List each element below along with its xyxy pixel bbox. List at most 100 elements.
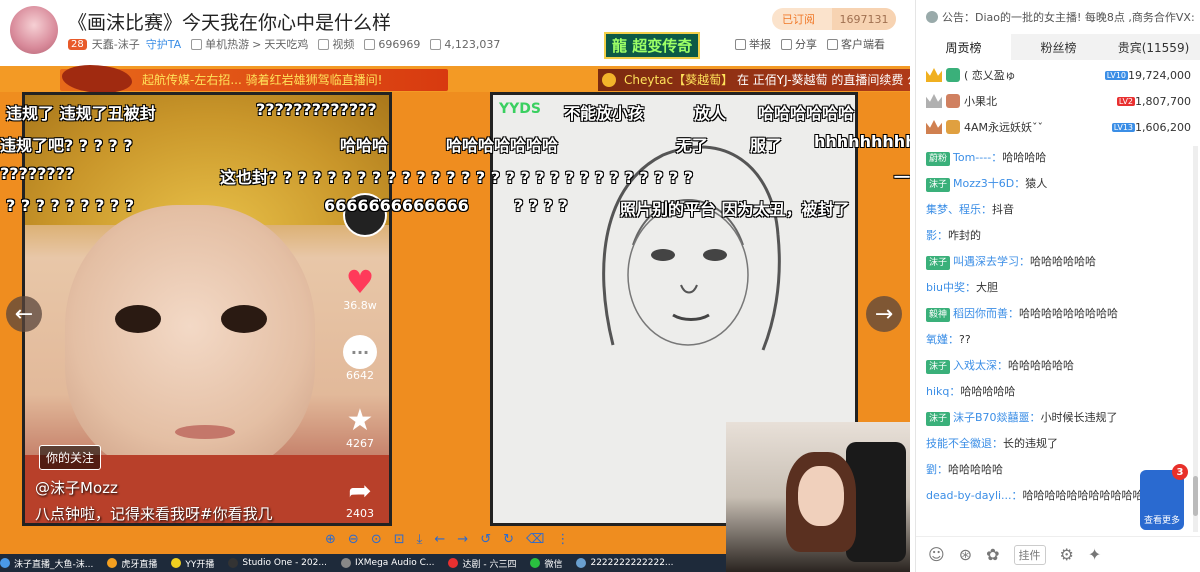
video-app-icon — [448, 558, 459, 568]
streamer-avatar[interactable] — [10, 6, 58, 54]
see-more-button[interactable]: 3 查看更多 — [1140, 464, 1188, 530]
windows-taskbar: 沫子直播_大鱼-沫... 虎牙直播 YY开播 Studio One - 202.… — [0, 554, 726, 572]
comment-button[interactable]: ··· 6642 — [343, 335, 377, 382]
tab-fans[interactable]: 粉丝榜 — [1011, 34, 1106, 60]
ranking-row[interactable]: ( 恋乂盈ゅ LV10 19,724,000 — [916, 62, 1200, 88]
chat-user[interactable]: 叫遇深去学习： — [953, 255, 1030, 268]
ranking-level: LV2 — [1116, 96, 1136, 106]
favorite-button[interactable]: ★ 4267 — [343, 403, 377, 451]
taskbar-item[interactable]: 微信 — [530, 557, 562, 570]
chat-user[interactable]: 稻因你而善： — [953, 307, 1019, 320]
yy-icon — [171, 558, 182, 568]
danmaku-comment: ? ? ? ? ? ? ? ? ? — [6, 196, 135, 215]
effects-icon[interactable]: ✦ — [1088, 545, 1101, 564]
streamer-name[interactable]: 天蠢-沫子 — [92, 36, 140, 52]
weekly-ranking: ( 恋乂盈ゅ LV10 19,724,000 小果北 LV2 1,807,700… — [916, 62, 1200, 140]
announcement-right[interactable]: Cheytac【葵越萄】 在 正佰YJ-葵越萄 的直播间续费 公爵X3 — [598, 69, 910, 91]
zoom-out-icon[interactable]: ⊖ — [348, 532, 359, 547]
chat-scrollbar[interactable] — [1193, 146, 1198, 532]
chat-user[interactable]: dead-by-dayli...： — [926, 489, 1023, 502]
rotate-right-icon[interactable]: ↻ — [503, 532, 514, 547]
taskbar-item[interactable]: YY开播 — [171, 557, 214, 570]
streamer-webcam — [726, 422, 910, 572]
danmaku-comment: 哈哈哈哈哈哈哈 — [446, 136, 559, 155]
chat-user[interactable]: 氧嫤： — [926, 333, 959, 346]
taskbar-label: 达剧 - 六三四 — [462, 559, 517, 570]
download-icon[interactable]: ⤓ — [417, 532, 423, 547]
taskbar-item[interactable]: 2222222222222... — [576, 558, 674, 568]
announcement-right-user: Cheytac【葵越萄】 — [624, 73, 734, 87]
ranking-name: 4AM永远妖妖ˇˇ — [964, 121, 1044, 134]
browser-icon — [0, 558, 10, 568]
video-link[interactable]: 视频 — [332, 36, 354, 52]
settings-icon[interactable]: ⚙ — [1060, 545, 1074, 564]
fit-icon[interactable]: ⊙ — [371, 532, 382, 547]
emoji-icon[interactable]: ☺ — [928, 545, 945, 564]
comment-count: 6642 — [346, 369, 374, 382]
ranking-row[interactable]: 4AM永远妖妖ˇˇ LV13 1,606,200 — [916, 114, 1200, 140]
report-button[interactable]: 举报 — [735, 36, 771, 52]
like-button[interactable]: ♥ 36.8w — [343, 263, 377, 312]
taskbar-item[interactable]: 达剧 - 六三四 — [448, 557, 516, 570]
chat-user[interactable]: 沫子B70燚囍噩： — [953, 411, 1041, 424]
ranking-level: LV13 — [1111, 122, 1136, 132]
subscribe-button[interactable]: 已订阅 1697131 — [772, 8, 896, 30]
chat-text: 哈哈哈哈哈哈 — [1008, 359, 1075, 372]
back-arrow-icon[interactable]: ← — [434, 532, 445, 547]
wechat-icon — [530, 558, 541, 568]
danmaku-comment: 照片别的平台 因为太丑，被封了 — [620, 200, 850, 219]
pendant-button[interactable]: 挂件 — [1013, 544, 1046, 565]
chat-user[interactable]: Mozz3十6D： — [953, 177, 1025, 190]
fan-badge: 沫子 — [926, 178, 951, 192]
delete-icon[interactable]: ⌫ — [526, 532, 544, 547]
scrollbar-thumb[interactable] — [1193, 476, 1198, 516]
share-label: 分享 — [795, 38, 817, 51]
rotate-left-icon[interactable]: ↺ — [480, 532, 491, 547]
ranking-row[interactable]: 小果北 LV2 1,807,700 — [916, 88, 1200, 114]
pencil-sketch — [602, 145, 781, 351]
next-arrow-icon[interactable]: → — [866, 296, 902, 332]
tab-vip[interactable]: 贵宾(11559) — [1106, 34, 1200, 60]
chat-user[interactable]: hikq： — [926, 385, 960, 398]
announcement-left[interactable]: 起航传媒-左右招... 骑着红岩雄狮驾临直播间! — [60, 65, 448, 93]
share-button[interactable]: 分享 — [781, 36, 817, 52]
sponsor-badge[interactable]: 龍 超变传奇 — [604, 32, 701, 59]
category-link[interactable]: 单机热游 — [205, 36, 249, 52]
actual-size-icon[interactable]: ⊡ — [394, 532, 405, 547]
studio-one-icon — [228, 558, 239, 568]
subcategory-link[interactable]: 天天吃鸡 — [264, 36, 308, 52]
zoom-in-icon[interactable]: ⊕ — [325, 532, 336, 547]
chat-user[interactable]: biu中奖： — [926, 281, 976, 294]
client-button[interactable]: 客户端看 — [827, 36, 885, 52]
paw-icon[interactable]: ✿ — [986, 545, 999, 564]
previous-arrow-icon[interactable]: ← — [6, 296, 42, 332]
favorite-count: 4267 — [346, 437, 374, 450]
ranking-score: 1,807,700 — [1135, 94, 1191, 108]
gift-emoji-icon[interactable]: ⊛ — [959, 545, 972, 564]
taskbar-item[interactable]: 虎牙直播 — [107, 557, 157, 570]
follow-label[interactable]: 你的关注 — [39, 445, 102, 470]
danmaku-comment: ????????????? — [256, 100, 377, 119]
video-icon — [318, 38, 330, 50]
taskbar-label: 2222222222222... — [590, 558, 674, 568]
taskbar-item[interactable]: IXMega Audio C... — [340, 558, 434, 568]
danmaku-comment: hhhhhhhhh — [814, 132, 910, 151]
image-toolbar: ⊕ ⊖ ⊙ ⊡ ⤓ ← → ↺ ↻ ⌫ ⋮ — [325, 528, 581, 550]
taskbar-item[interactable]: Studio One - 202... — [228, 558, 327, 568]
more-icon[interactable]: ⋮ — [556, 532, 569, 547]
danmaku-comment: 一 — [894, 168, 910, 187]
taskbar-label: 微信 — [544, 559, 563, 570]
tab-weekly[interactable]: 周贡榜 — [916, 34, 1011, 60]
chat-user[interactable]: 影： — [926, 229, 948, 242]
guard-link[interactable]: 守护TA — [146, 36, 181, 52]
taskbar-item[interactable]: 沫子直播_大鱼-沫... — [0, 557, 93, 570]
forward-arrow-icon[interactable]: → — [457, 532, 468, 547]
avatar — [946, 94, 960, 108]
chat-user[interactable]: Tom----： — [953, 151, 1002, 164]
chat-user[interactable]: 入戏太深： — [953, 359, 1008, 372]
share-video-button[interactable]: ➦ 2403 — [343, 473, 377, 521]
chat-user[interactable]: 集梦、程乐： — [926, 203, 992, 216]
danmaku-comment: ? ? ? ? — [514, 196, 568, 215]
chat-user[interactable]: 劉： — [926, 463, 948, 476]
chat-user[interactable]: 技能不全徽退： — [926, 437, 1003, 450]
